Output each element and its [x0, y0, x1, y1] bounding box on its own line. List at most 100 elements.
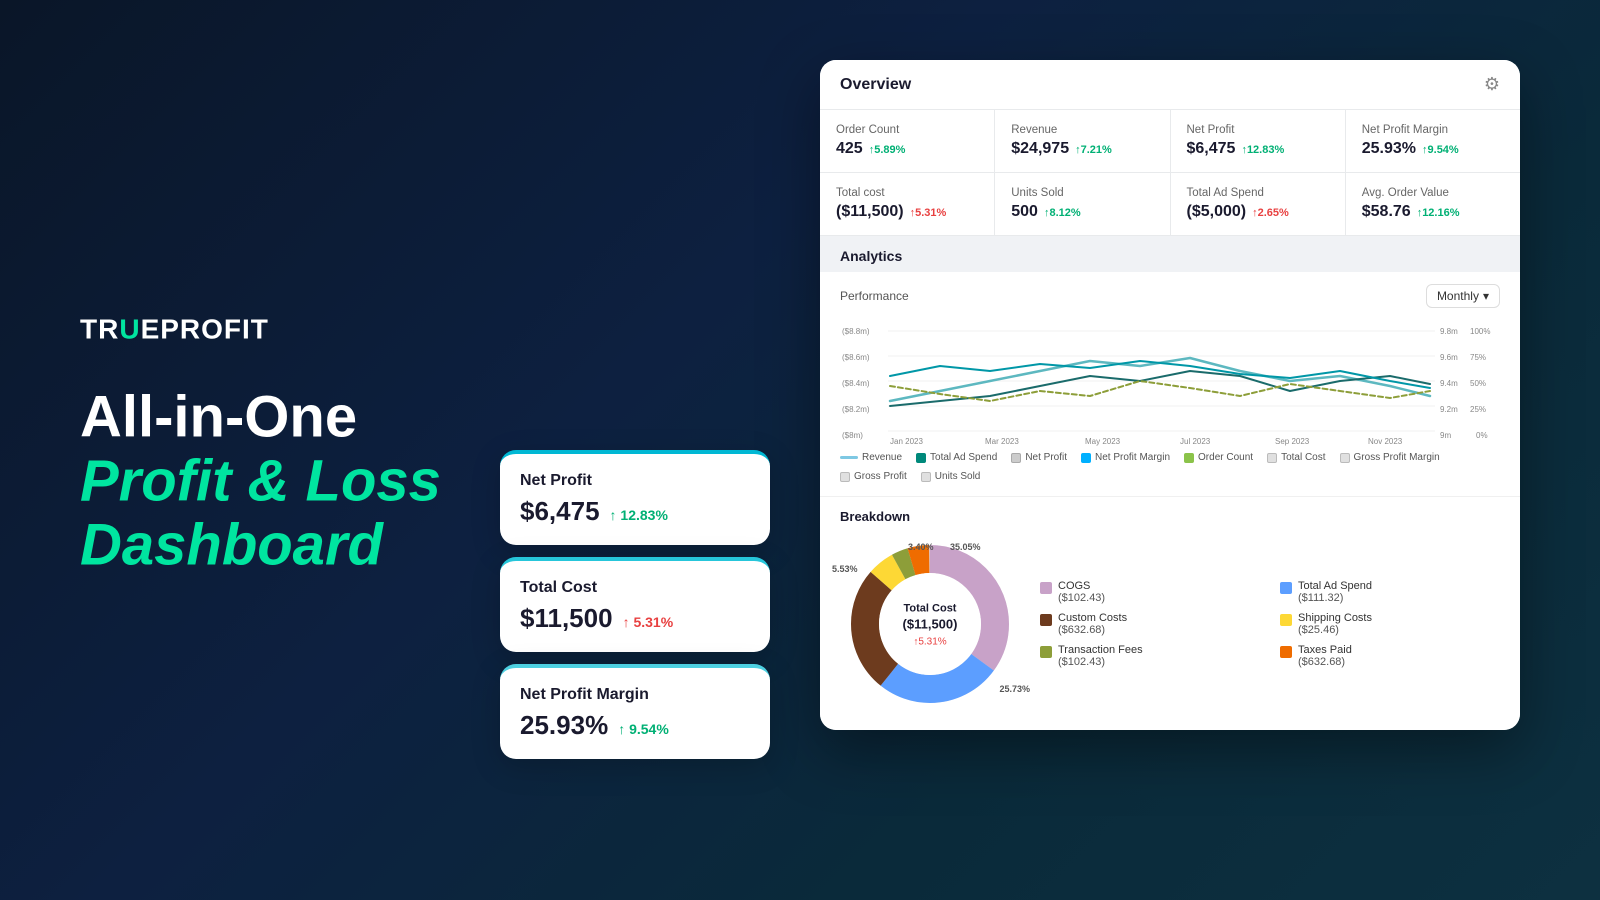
svg-text:Jan 2023: Jan 2023	[890, 437, 923, 446]
metric-order-count: Order Count 425 ↑5.89%	[820, 110, 994, 172]
analytics-title: Analytics	[840, 248, 902, 264]
svg-text:($8m): ($8m)	[842, 431, 863, 440]
legend-order-count: Order Count	[1184, 452, 1253, 463]
bl-cogs: COGS ($102.43)	[1040, 580, 1260, 604]
filter-icon[interactable]: ⚙	[1484, 74, 1500, 95]
bl-transaction-fees: Transaction Fees ($102.43)	[1040, 644, 1260, 668]
donut-center-value: ($11,500)	[903, 617, 958, 632]
fc-label-net-profit-margin: Net Profit Margin	[520, 686, 746, 704]
breakdown-section: Breakdown	[820, 496, 1520, 730]
svg-text:0%: 0%	[1476, 431, 1488, 440]
chart-svg: ($8.8m) ($8.6m) ($8.4m) ($8.2m) ($8m) 9.…	[840, 316, 1500, 446]
bl-shipping-costs: Shipping Costs ($25.46)	[1280, 612, 1500, 636]
float-cards: Net Profit $6,475 ↑ 12.83% Total Cost $1…	[500, 450, 770, 759]
headline-line1: All-in-One	[80, 384, 357, 449]
metric-value-order-count: 425	[836, 140, 863, 158]
headline-line3: Dashboard	[80, 513, 500, 577]
headline-line2: Profit & Loss	[80, 449, 500, 513]
svg-text:Nov 2023: Nov 2023	[1368, 437, 1403, 446]
metric-value-revenue: $24,975	[1011, 140, 1069, 158]
panel-header: Overview ⚙	[820, 60, 1520, 110]
donut-label-340: 3.40%	[908, 542, 934, 552]
logo-text: TRUEPROFIT	[80, 313, 269, 345]
headline: All-in-One Profit & Loss Dashboard	[80, 385, 500, 576]
panel-title: Overview	[840, 76, 911, 94]
svg-text:100%: 100%	[1470, 327, 1490, 336]
metric-change-net-profit-margin: ↑9.54%	[1422, 144, 1459, 156]
fc-value-net-profit-margin: 25.93%	[520, 710, 608, 741]
perf-header: Performance Monthly ▾	[840, 284, 1500, 308]
bl-dot-transaction-fees	[1040, 646, 1052, 658]
svg-text:9.6m: 9.6m	[1440, 353, 1458, 362]
metric-label-avg-order-value: Avg. Order Value	[1362, 187, 1504, 199]
legend-gross-profit: Gross Profit	[840, 471, 907, 482]
metric-revenue: Revenue $24,975 ↑7.21%	[995, 110, 1169, 172]
svg-text:Mar 2023: Mar 2023	[985, 437, 1019, 446]
metric-total-ad-spend: Total Ad Spend ($5,000) ↑2.65%	[1171, 173, 1345, 235]
metric-value-total-ad-spend: ($5,000)	[1187, 203, 1247, 221]
metric-value-total-cost: ($11,500)	[836, 203, 904, 221]
metric-units-sold: Units Sold 500 ↑8.12%	[995, 173, 1169, 235]
legend-total-cost: Total Cost	[1267, 452, 1325, 463]
bl-dot-total-ad-spend	[1280, 582, 1292, 594]
fc-value-net-profit: $6,475	[520, 496, 600, 527]
bl-dot-shipping-costs	[1280, 614, 1292, 626]
monthly-button[interactable]: Monthly ▾	[1426, 284, 1500, 308]
performance-chart: ($8.8m) ($8.6m) ($8.4m) ($8.2m) ($8m) 9.…	[840, 316, 1500, 446]
metric-change-order-count: ↑5.89%	[869, 144, 906, 156]
chart-legend: Revenue Total Ad Spend Net Profit Net Pr…	[840, 446, 1500, 484]
svg-text:($8.6m): ($8.6m)	[842, 353, 870, 362]
metric-avg-order-value: Avg. Order Value $58.76 ↑12.16%	[1346, 173, 1520, 235]
bl-dot-taxes-paid	[1280, 646, 1292, 658]
bl-dot-cogs	[1040, 582, 1052, 594]
legend-revenue: Revenue	[840, 452, 902, 463]
fc-label-net-profit: Net Profit	[520, 472, 746, 490]
bl-custom-costs: Custom Costs ($632.68)	[1040, 612, 1260, 636]
donut-center-label: Total Cost	[904, 603, 957, 615]
metric-change-total-cost: ↑5.31%	[910, 207, 947, 219]
perf-title: Performance	[840, 289, 909, 303]
chevron-down-icon: ▾	[1483, 289, 1489, 303]
svg-text:($8.8m): ($8.8m)	[842, 327, 870, 336]
svg-text:25%: 25%	[1470, 405, 1486, 414]
metric-change-avg-order-value: ↑12.16%	[1417, 207, 1460, 219]
metric-change-units-sold: ↑8.12%	[1044, 207, 1081, 219]
legend-net-profit-margin: Net Profit Margin	[1081, 452, 1170, 463]
svg-text:May 2023: May 2023	[1085, 437, 1121, 446]
svg-text:50%: 50%	[1470, 379, 1486, 388]
svg-text:9.4m: 9.4m	[1440, 379, 1458, 388]
fc-label-total-cost: Total Cost	[520, 579, 746, 597]
metric-total-cost: Total cost ($11,500) ↑5.31%	[820, 173, 994, 235]
dashboard-panel: Overview ⚙ Order Count 425 ↑5.89% Revenu…	[820, 60, 1520, 730]
metric-label-total-ad-spend: Total Ad Spend	[1187, 187, 1329, 199]
legend-net-profit: Net Profit	[1011, 452, 1067, 463]
metric-label-total-cost: Total cost	[836, 187, 978, 199]
legend-total-ad-spend: Total Ad Spend	[916, 452, 997, 463]
metrics-grid: Order Count 425 ↑5.89% Revenue $24,975 ↑…	[820, 110, 1520, 236]
branding-panel: TRUEPROFIT All-in-One Profit & Loss Dash…	[80, 313, 500, 586]
donut-center-change: ↑5.31%	[913, 637, 946, 648]
donut-center: Total Cost ($11,500) ↑5.31%	[903, 599, 958, 650]
bl-taxes-paid: Taxes Paid ($632.68)	[1280, 644, 1500, 668]
analytics-header: Analytics	[820, 236, 1520, 272]
metric-label-net-profit-margin: Net Profit Margin	[1362, 124, 1504, 136]
metric-change-net-profit: ↑12.83%	[1241, 144, 1284, 156]
metric-value-net-profit-margin: 25.93%	[1362, 140, 1416, 158]
metric-label-net-profit: Net Profit	[1187, 124, 1329, 136]
performance-area: Performance Monthly ▾ ($8.8m) ($8.6m) ($…	[820, 272, 1520, 496]
fc-change-net-profit: ↑ 12.83%	[610, 507, 668, 523]
metric-value-units-sold: 500	[1011, 203, 1038, 221]
donut-label-2573: 25.73%	[999, 684, 1030, 694]
logo: TRUEPROFIT	[80, 313, 500, 345]
breakdown-legend: COGS ($102.43) Total Ad Spend ($111.32) …	[1040, 580, 1500, 668]
donut-chart: 35.05% 5.53% 3.40% 25.73% Total Cost ($1…	[840, 534, 1020, 714]
float-card-net-profit-margin: Net Profit Margin 25.93% ↑ 9.54%	[500, 664, 770, 759]
metric-change-total-ad-spend: ↑2.65%	[1252, 207, 1289, 219]
breakdown-title: Breakdown	[840, 509, 1500, 524]
legend-gross-profit-margin: Gross Profit Margin	[1340, 452, 1440, 463]
donut-label-553: 5.53%	[832, 564, 858, 574]
svg-text:9.2m: 9.2m	[1440, 405, 1458, 414]
metric-net-profit: Net Profit $6,475 ↑12.83%	[1171, 110, 1345, 172]
svg-text:75%: 75%	[1470, 353, 1486, 362]
fc-value-total-cost: $11,500	[520, 603, 613, 634]
